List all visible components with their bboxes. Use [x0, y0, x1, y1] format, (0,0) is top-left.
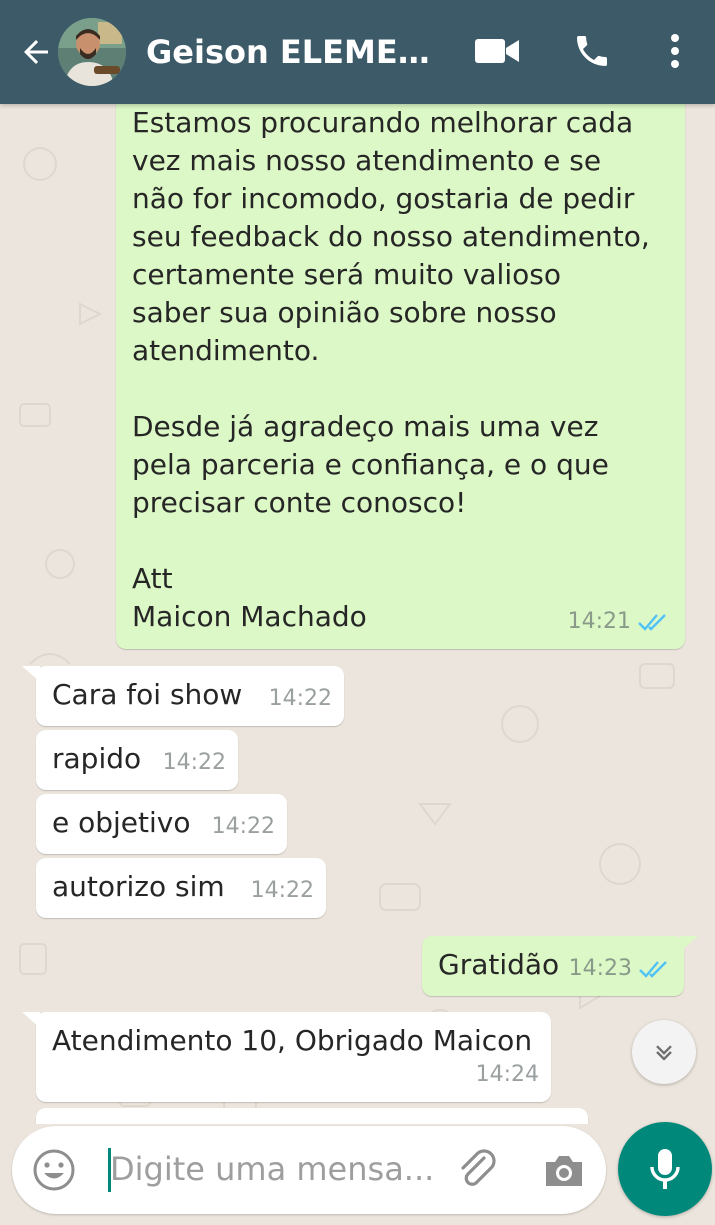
message-line: Estamos procurando melhorar cada: [132, 106, 634, 139]
message-text: Cara foi show: [52, 678, 243, 711]
message-time: 14:22: [268, 686, 332, 711]
bubble-tail: [22, 666, 40, 682]
message-text: Gratidão: [438, 948, 560, 981]
message-time: 14:22: [162, 750, 226, 775]
message-time: 14:22: [250, 878, 314, 903]
bubble-tail: [22, 1012, 40, 1028]
avatar[interactable]: [58, 18, 126, 86]
message-line: Att: [132, 562, 173, 595]
message-meta: 14:23: [569, 950, 672, 988]
video-call-icon: [475, 39, 519, 63]
chat-area[interactable]: Estamos procurando melhorar cada vez mai…: [0, 104, 715, 1124]
back-button[interactable]: [12, 22, 60, 82]
message-line: certamente será muito valioso: [132, 258, 561, 291]
chevrons-down-icon: [656, 1045, 672, 1061]
bubble-tail: [680, 936, 698, 952]
paperclip-icon: [461, 1149, 496, 1186]
chat-header: Geison ELEMENT...: [0, 0, 715, 104]
avatar-image: [58, 18, 126, 86]
more-vert-icon: [671, 34, 679, 68]
emoji-button[interactable]: [32, 1148, 76, 1192]
message-input[interactable]: Digite uma mensa...: [110, 1150, 434, 1188]
camera-button[interactable]: [542, 1148, 586, 1192]
scroll-to-bottom-button[interactable]: [632, 1020, 696, 1084]
voice-message-button[interactable]: [618, 1122, 712, 1216]
message-line: atendimento.: [132, 334, 320, 367]
incoming-message[interactable]: autorizo sim 14:22: [36, 858, 326, 918]
message-line: não for incomodo, gostaria de pedir: [132, 182, 635, 215]
message-text: autorizo sim: [52, 870, 225, 903]
message-line: seu feedback do nosso atendimento,: [132, 220, 650, 253]
incoming-message[interactable]: Cara foi show 14:22: [22, 666, 344, 726]
double-check-icon: [638, 614, 666, 631]
message-line: [132, 522, 650, 560]
video-call-button[interactable]: [472, 26, 522, 76]
message-line: [132, 370, 650, 408]
message-time: 14:24: [475, 1062, 539, 1087]
message-line: pela parceria e confiança, e o que: [132, 448, 609, 481]
message-line: precisar conte conosco!: [132, 486, 467, 519]
message-time: 14:23: [568, 956, 632, 981]
arrow-left-icon: [24, 40, 48, 64]
outgoing-message[interactable]: Gratidão 14:23: [422, 936, 698, 996]
message-meta: 14:21: [568, 603, 671, 641]
message-text: Estamos procurando melhorar cada vez mai…: [132, 104, 650, 636]
message-line: vez mais nosso atendimento e se: [132, 144, 602, 177]
message-time: 14:21: [567, 609, 631, 634]
voice-call-button[interactable]: [568, 26, 616, 76]
menu-button[interactable]: [660, 26, 690, 76]
message-line: saber sua opinião sobre nosso: [132, 296, 557, 329]
incoming-message[interactable]: e objetivo 14:22: [36, 794, 287, 854]
message-text: e objetivo: [52, 806, 191, 839]
message-composer: Digite uma mensa...: [12, 1126, 606, 1214]
attach-button[interactable]: [454, 1146, 502, 1194]
message-text: Atendimento 10, Obrigado Maicon: [52, 1024, 533, 1057]
incoming-message[interactable]: rapido 14:22: [36, 730, 238, 790]
phone-icon: [577, 36, 607, 66]
emoji-icon: [33, 1149, 75, 1191]
camera-icon: [546, 1156, 582, 1186]
message-text: rapido: [52, 742, 142, 775]
message-time: 14:22: [211, 814, 275, 839]
contact-name[interactable]: Geison ELEMENT...: [146, 33, 456, 71]
incoming-message[interactable]: Atendimento 10, Obrigado Maicon 14:24: [22, 1012, 551, 1102]
incoming-message-partial: [36, 1108, 588, 1124]
double-check-icon: [639, 961, 667, 978]
outgoing-message[interactable]: Estamos procurando melhorar cada vez mai…: [116, 104, 685, 649]
microphone-icon: [650, 1149, 680, 1189]
message-line: Desde já agradeço mais uma vez: [132, 410, 599, 443]
